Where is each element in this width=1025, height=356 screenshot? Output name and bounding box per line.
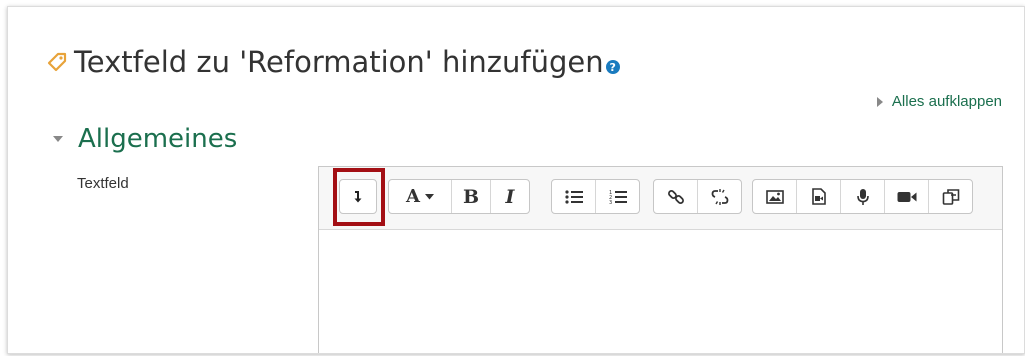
record-audio-button[interactable] xyxy=(841,180,885,213)
manage-files-icon xyxy=(942,188,960,206)
unlink-button[interactable] xyxy=(698,180,741,213)
bold-button[interactable]: B xyxy=(452,180,491,213)
text-editor: A B I 1 2 3 xyxy=(318,166,1003,353)
help-icon[interactable]: ? xyxy=(605,60,620,74)
triangle-down-icon xyxy=(53,136,63,142)
svg-text:3: 3 xyxy=(609,200,612,205)
media-button[interactable] xyxy=(797,180,841,213)
field-label-textfeld: Textfeld xyxy=(77,175,129,192)
bold-icon: B xyxy=(462,185,480,208)
media-icon xyxy=(811,188,826,205)
font-style-label: A xyxy=(406,186,420,207)
expand-all-link[interactable]: Alles aufklappen xyxy=(876,93,1002,110)
page-title: Textfeld zu 'Reformation' hinzufügen xyxy=(74,45,604,79)
italic-button[interactable]: I xyxy=(491,180,529,213)
expand-all-label: Alles aufklappen xyxy=(891,93,1002,110)
font-style-button[interactable]: A xyxy=(389,180,452,213)
unlink-icon xyxy=(711,188,729,206)
toolbar-group-lists: 1 2 3 xyxy=(551,179,640,214)
editor-toolbar: A B I 1 2 3 xyxy=(319,167,1002,230)
toolbar-group-links xyxy=(653,179,742,214)
ordered-list-icon: 1 2 3 xyxy=(609,189,627,205)
manage-files-button[interactable] xyxy=(929,180,972,213)
unordered-list-icon xyxy=(564,189,583,204)
italic-icon: I xyxy=(505,185,515,208)
page-header: Textfeld zu 'Reformation' hinzufügen ? xyxy=(46,45,620,79)
tag-icon xyxy=(46,51,68,73)
toolbar-group-media xyxy=(752,179,973,214)
record-audio-icon xyxy=(856,188,869,206)
toolbar-group-style: A B I xyxy=(388,179,530,214)
section-header-allgemeines[interactable]: Allgemeines xyxy=(53,124,237,154)
link-icon xyxy=(667,188,685,206)
section-title: Allgemeines xyxy=(78,124,238,154)
highlight-frame xyxy=(333,168,385,226)
editor-content-area[interactable] xyxy=(319,230,1002,353)
page-card: Textfeld zu 'Reformation' hinzufügen ? A… xyxy=(7,6,1025,354)
record-video-icon xyxy=(897,191,917,203)
unordered-list-button[interactable] xyxy=(552,180,596,213)
image-button[interactable] xyxy=(753,180,797,213)
ordered-list-button[interactable]: 1 2 3 xyxy=(596,180,639,213)
image-icon xyxy=(765,189,784,204)
record-video-button[interactable] xyxy=(885,180,929,213)
link-button[interactable] xyxy=(654,180,698,213)
chevron-down-icon xyxy=(424,193,434,200)
triangle-right-icon xyxy=(876,96,883,107)
